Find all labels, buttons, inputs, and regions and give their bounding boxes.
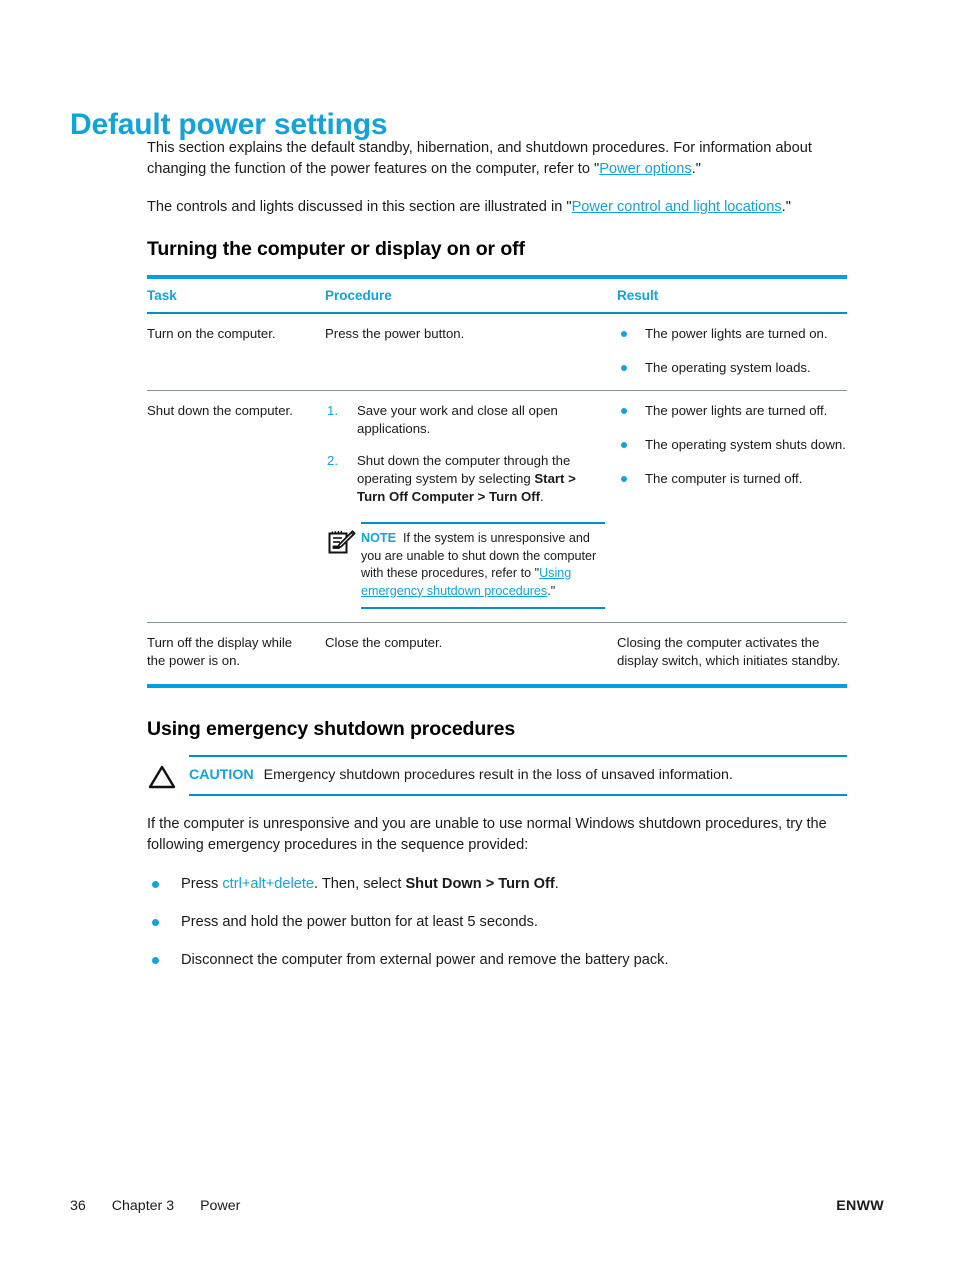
footer-chapter: Chapter 3 xyxy=(111,1198,175,1214)
list-item: 1. Save your work and close all open appl… xyxy=(325,402,603,438)
procedure-step-list: 1. Save your work and close all open appl… xyxy=(325,402,603,506)
key-combination: ctrl+alt+delete xyxy=(222,876,315,892)
note-callout: NOTE If the system is unresponsive and yo… xyxy=(327,522,605,609)
emergency-intro-paragraph: If the computer is unresponsive and you … xyxy=(147,816,827,853)
section-heading-emergency-shutdown: Using emergency shutdown procedures xyxy=(147,718,516,740)
section-heading-turning-on-off: Turning the computer or display on or of… xyxy=(147,238,525,260)
note-label: NOTE xyxy=(361,531,396,545)
list-item: Press ctrl+alt+delete. Then, select Shut… xyxy=(147,874,847,895)
bullet-1-middle: . Then, select xyxy=(314,876,406,892)
bullet-1-after: . xyxy=(554,876,559,892)
intro-1-text-after: ." xyxy=(691,161,701,177)
note-body: NOTE If the system is unresponsive and yo… xyxy=(361,522,605,609)
footer-page-number: 36 xyxy=(70,1198,86,1214)
note-text: NOTE If the system is unresponsive and yo… xyxy=(361,530,605,600)
caution-text: CAUTION Emergency shutdown procedures res… xyxy=(189,765,847,785)
intro-paragraph-2: The controls and lights discussed in thi… xyxy=(147,197,847,218)
row-1-task: Turn on the computer. xyxy=(147,326,276,341)
result-bullet-list: The power lights are turned on. The oper… xyxy=(617,325,847,377)
list-item: The operating system shuts down. xyxy=(617,436,847,454)
column-header-task: Task xyxy=(147,288,177,303)
note-pad-pencil-icon xyxy=(327,522,361,561)
list-item: Press and hold the power button for at l… xyxy=(147,912,847,933)
list-item: 2. Shut down the computer through the ope… xyxy=(325,452,603,506)
row-1-result: The power lights are turned on. The oper… xyxy=(617,325,847,377)
intro-1-text-before: This section explains the default standb… xyxy=(147,140,812,177)
emergency-procedure-list: Press ctrl+alt+delete. Then, select Shut… xyxy=(147,874,847,971)
link-power-options[interactable]: Power options xyxy=(599,161,691,177)
row-3-task: Turn off the display while the power is … xyxy=(147,635,293,668)
list-item: Disconnect the computer from external po… xyxy=(147,950,847,971)
note-text-after: ." xyxy=(547,583,556,598)
page-footer: 36 Chapter 3 Power ENWW xyxy=(70,1198,884,1214)
caution-message: Emergency shutdown procedures result in … xyxy=(263,767,733,783)
link-power-control-and-light-locations[interactable]: Power control and light locations xyxy=(572,199,782,215)
column-header-result: Result xyxy=(617,288,659,303)
table-header-row: Task Procedure Result xyxy=(147,279,847,314)
bullet-1-menu-path: Shut Down > Turn Off xyxy=(405,876,555,892)
document-page: Default power settings This section expl… xyxy=(0,0,954,1270)
intro-2-text-before: The controls and lights discussed in thi… xyxy=(147,199,572,215)
row-1-procedure: Press the power button. xyxy=(325,326,465,341)
list-item: The power lights are turned off. xyxy=(617,402,847,420)
result-bullet-list: The power lights are turned off. The ope… xyxy=(617,402,847,488)
step-number: 1. xyxy=(327,403,338,418)
table-row: Turn on the computer. Press the power bu… xyxy=(147,314,847,391)
page-title: Default power settings xyxy=(70,108,388,142)
table-bottom-rule xyxy=(147,684,847,688)
caution-label: CAUTION xyxy=(189,767,254,783)
table-row: Turn off the display while the power is … xyxy=(147,623,847,684)
warning-triangle-icon xyxy=(147,755,189,795)
row-2-result: The power lights are turned off. The ope… xyxy=(617,402,847,609)
step-number: 2. xyxy=(327,453,338,468)
footer-left-group: 36 Chapter 3 Power xyxy=(70,1198,240,1214)
list-item: The operating system loads. xyxy=(617,359,847,377)
caution-callout: CAUTION Emergency shutdown procedures res… xyxy=(147,755,847,796)
procedures-table: Task Procedure Result Turn on the comput… xyxy=(147,275,847,688)
step-text: Save your work and close all open applic… xyxy=(357,403,558,436)
intro-2-text-after: ." xyxy=(781,199,791,215)
row-3-result: Closing the computer activates the displ… xyxy=(617,635,841,668)
column-header-procedure: Procedure xyxy=(325,288,392,303)
list-item: The computer is turned off. xyxy=(617,470,847,488)
list-item: The power lights are turned on. xyxy=(617,325,847,343)
table-row: Shut down the computer. 1. Save your work… xyxy=(147,391,847,623)
bullet-1-before: Press xyxy=(181,876,223,892)
row-2-task: Shut down the computer. xyxy=(147,403,293,418)
caution-body: CAUTION Emergency shutdown procedures res… xyxy=(189,755,847,796)
footer-publication-code: ENWW xyxy=(836,1198,884,1214)
footer-chapter-title: Power xyxy=(200,1198,241,1214)
row-3-procedure: Close the computer. xyxy=(325,635,443,650)
intro-paragraph-1: This section explains the default standb… xyxy=(147,138,847,180)
row-2-procedure: 1. Save your work and close all open appl… xyxy=(325,402,617,609)
page-content: This section explains the default standb… xyxy=(147,138,847,988)
step-text-after: . xyxy=(540,489,544,504)
